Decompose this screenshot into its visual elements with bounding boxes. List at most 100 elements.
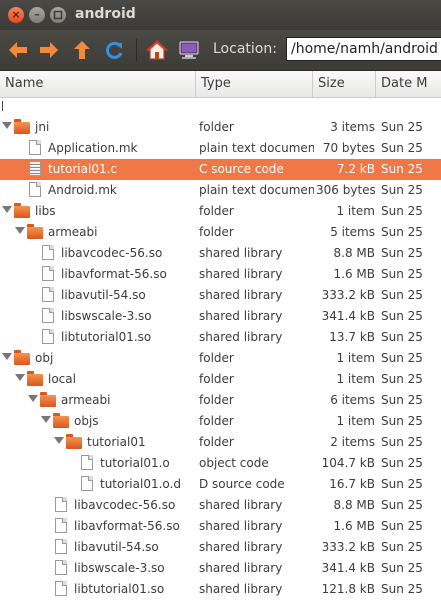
file-name-cell: objs (0, 411, 195, 432)
file-name-cell: armeabi (0, 222, 195, 243)
file-name-cell: Android.mk (0, 180, 195, 201)
file-row[interactable]: armeabi folder 6 items Sun 25 (0, 390, 441, 411)
file-name: libtutorial01.so (61, 330, 152, 344)
file-row[interactable]: libs folder 1 item Sun 25 (0, 201, 441, 222)
file-name-cell: libavformat-56.so (0, 516, 195, 537)
file-date-modified: Sun 25 (381, 183, 423, 197)
window-title: android (75, 6, 136, 22)
file-type: shared library (199, 582, 283, 596)
location-label: Location: (213, 41, 277, 57)
file-name: libavutil-54.so (61, 288, 146, 302)
file-row[interactable]: tutorial01.c C source code 7.2 kB Sun 25 (0, 159, 441, 180)
location-field[interactable]: /home/namh/android (286, 37, 441, 61)
file-row[interactable]: libavformat-56.so shared library 1.6 MB Sun… (0, 516, 441, 537)
file-size: 1.6 MB (333, 267, 375, 281)
file-row[interactable]: libavformat-56.so shared library 1.6 MB Sun… (0, 264, 441, 285)
file-icon (53, 518, 69, 534)
file-date-modified: Sun 25 (381, 414, 423, 428)
file-date-modified: Sun 25 (381, 582, 423, 596)
back-arrow-icon[interactable] (6, 38, 30, 62)
file-size: 341.4 kB (321, 309, 375, 323)
file-type: object code (199, 456, 269, 470)
file-size: 333.2 kB (321, 540, 375, 554)
minimize-icon[interactable]: – (29, 7, 45, 23)
expander-triangle-icon[interactable] (2, 122, 12, 129)
file-size: 8.8 MB (333, 246, 375, 260)
file-date-modified: Sun 25 (381, 225, 423, 239)
file-type: shared library (199, 330, 283, 344)
file-type: folder (199, 372, 234, 386)
file-name: tutorial01.o (100, 456, 170, 470)
file-date-modified: Sun 25 (381, 351, 423, 365)
file-date-modified: Sun 25 (381, 204, 423, 218)
file-row[interactable]: libavutil-54.so shared library 333.2 kB Sun… (0, 285, 441, 306)
expander-triangle-icon[interactable] (15, 374, 25, 381)
file-date-modified: Sun 25 (381, 498, 423, 512)
file-row[interactable]: jni folder 3 items Sun 25 (0, 117, 441, 138)
file-row[interactable]: libswscale-3.so shared library 341.4 kB Sun… (0, 306, 441, 327)
file-row[interactable]: libswscale-3.so shared library 341.4 kB Sun… (0, 558, 441, 579)
folder-icon (40, 392, 56, 408)
file-type: folder (199, 351, 234, 365)
c-source-file-icon (27, 161, 43, 177)
file-size: 341.4 kB (321, 561, 375, 575)
home-icon[interactable] (145, 38, 169, 62)
column-name[interactable]: Name (0, 71, 196, 97)
file-row[interactable]: libavutil-54.so shared library 333.2 kB Sun… (0, 537, 441, 558)
title-bar: × – android (0, 0, 441, 30)
expander-triangle-icon[interactable] (28, 395, 38, 402)
expander-triangle-icon[interactable] (2, 353, 12, 360)
column-size[interactable]: Size (313, 71, 376, 97)
file-row[interactable]: objs folder 1 item Sun 25 (0, 411, 441, 432)
file-row[interactable]: tutorial01.o object code 104.7 kB Sun 25 (0, 453, 441, 474)
file-row[interactable]: obj folder 1 item Sun 25 (0, 348, 441, 369)
file-date-modified: Sun 25 (381, 456, 423, 470)
forward-arrow-icon[interactable] (37, 38, 61, 62)
file-name-cell: tutorial01.c (0, 159, 195, 180)
expander-triangle-icon[interactable] (41, 416, 51, 423)
column-type[interactable]: Type (196, 71, 313, 97)
file-row[interactable]: libtutorial01.so shared library 13.7 kB Sun… (0, 327, 441, 348)
expander-triangle-icon[interactable] (15, 227, 25, 234)
file-icon (40, 329, 56, 345)
file-row[interactable]: local folder 1 item Sun 25 (0, 369, 441, 390)
file-row[interactable]: tutorial01 folder 2 items Sun 25 (0, 432, 441, 453)
file-icon (53, 560, 69, 576)
file-name: libswscale-3.so (61, 309, 152, 323)
close-icon[interactable]: × (8, 7, 24, 23)
file-size: 1 item (336, 351, 375, 365)
file-type: shared library (199, 540, 283, 554)
file-icon (53, 497, 69, 513)
expander-triangle-icon[interactable] (54, 437, 64, 444)
computer-icon[interactable] (177, 38, 201, 62)
file-name-cell: libavcodec-56.so (0, 495, 195, 516)
column-date-modified[interactable]: Date M (376, 71, 441, 97)
file-name-cell: libs (0, 201, 195, 222)
file-name: libavutil-54.so (74, 540, 159, 554)
file-row[interactable]: tutorial01.o.d D source code 16.7 kB Sun 25 (0, 474, 441, 495)
file-size: 1.6 MB (333, 519, 375, 533)
file-row[interactable]: Application.mk plain text document 70 byte… (0, 138, 441, 159)
up-arrow-icon[interactable] (70, 38, 94, 62)
file-row[interactable]: Android.mk plain text document 306 bytes Su… (0, 180, 441, 201)
file-row[interactable]: armeabi folder 5 items Sun 25 (0, 222, 441, 243)
file-row[interactable]: libtutorial01.so shared library 121.8 kB Su… (0, 579, 441, 600)
file-row[interactable]: libavcodec-56.so shared library 8.8 MB Sun … (0, 495, 441, 516)
file-name: Application.mk (48, 141, 138, 155)
maximize-icon[interactable] (50, 7, 66, 23)
file-type: plain text document (199, 183, 314, 197)
file-size: 333.2 kB (321, 288, 375, 302)
file-size: 306 bytes (316, 183, 375, 197)
reload-icon[interactable] (103, 38, 127, 62)
file-size: 13.7 kB (329, 330, 375, 344)
file-icon (79, 455, 95, 471)
file-row[interactable]: libavcodec-56.so shared library 8.8 MB Sun … (0, 243, 441, 264)
file-type: folder (199, 393, 234, 407)
file-date-modified: Sun 25 (381, 246, 423, 260)
file-date-modified: Sun 25 (381, 372, 423, 386)
file-name: armeabi (61, 393, 111, 407)
file-list: jni folder 3 items Sun 25 Application.mk plai… (0, 117, 441, 600)
file-size: 5 items (330, 225, 375, 239)
file-name-cell: libswscale-3.so (0, 306, 195, 327)
expander-triangle-icon[interactable] (2, 206, 12, 213)
